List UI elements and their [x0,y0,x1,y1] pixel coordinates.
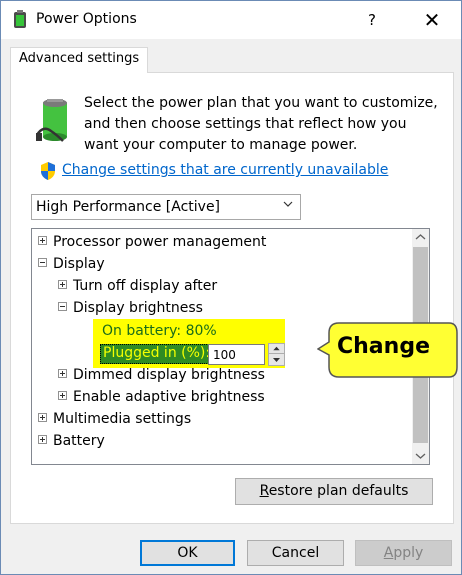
plugged-in-value-input[interactable]: 100 [208,344,265,365]
close-button[interactable]: ✕ [415,5,449,35]
expand-plus-icon[interactable] [38,235,47,245]
shield-icon [41,162,55,180]
power-options-window: Power Options ? ✕ Advanced settings Sele… [0,0,462,575]
scroll-down-icon[interactable] [412,447,429,464]
battery-icon [35,99,67,142]
expand-plus-icon[interactable] [58,279,67,289]
power-options-icon [14,10,26,28]
help-button[interactable]: ? [357,5,387,35]
spin-down-icon[interactable] [269,355,284,365]
change-settings-link[interactable]: Change settings that are currently unava… [62,162,388,178]
expand-plus-icon[interactable] [38,412,47,422]
tree-item-turn-off-display[interactable]: Turn off display after [58,278,217,298]
expand-plus-icon[interactable] [58,390,67,400]
tree-item-processor[interactable]: Processor power management [38,234,266,254]
tree-item-adaptive-brightness[interactable]: Enable adaptive brightness [58,389,265,409]
tree-item-battery[interactable]: Battery [38,433,105,453]
apply-button[interactable]: Apply [355,540,452,566]
chevron-down-icon [283,201,293,207]
on-battery-setting[interactable]: On battery: 80% [102,323,217,339]
ok-button[interactable]: OK [140,540,235,566]
cancel-button[interactable]: Cancel [247,540,344,566]
power-plan-select[interactable]: High Performance [Active] [31,194,301,220]
collapse-minus-icon[interactable] [38,257,47,267]
tree-item-multimedia[interactable]: Multimedia settings [38,411,191,431]
spin-up-icon[interactable] [269,344,284,354]
scroll-up-icon[interactable] [412,229,429,246]
title-bar: Power Options ? ✕ [1,1,461,39]
advanced-settings-panel: Select the power plan that you want to c… [10,72,454,524]
expand-plus-icon[interactable] [58,368,67,378]
tree-item-display[interactable]: Display [38,256,105,276]
plugged-in-label: Plugged in (%): [103,345,211,361]
tree-item-display-brightness[interactable]: Display brightness [58,300,203,320]
description-text: Select the power plan that you want to c… [84,95,438,153]
callout-text: Change [337,334,430,359]
expand-plus-icon[interactable] [38,434,47,444]
plugged-in-spinner[interactable] [268,343,285,366]
power-plan-value: High Performance [Active] [36,199,221,215]
on-battery-value: 80% [185,323,217,339]
tree-item-dimmed-brightness[interactable]: Dimmed display brightness [58,367,265,387]
window-title: Power Options [36,11,137,27]
tab-advanced-settings[interactable]: Advanced settings [10,47,149,73]
restore-plan-defaults-button[interactable]: Restore plan defaults [235,478,433,505]
collapse-minus-icon[interactable] [58,301,67,311]
